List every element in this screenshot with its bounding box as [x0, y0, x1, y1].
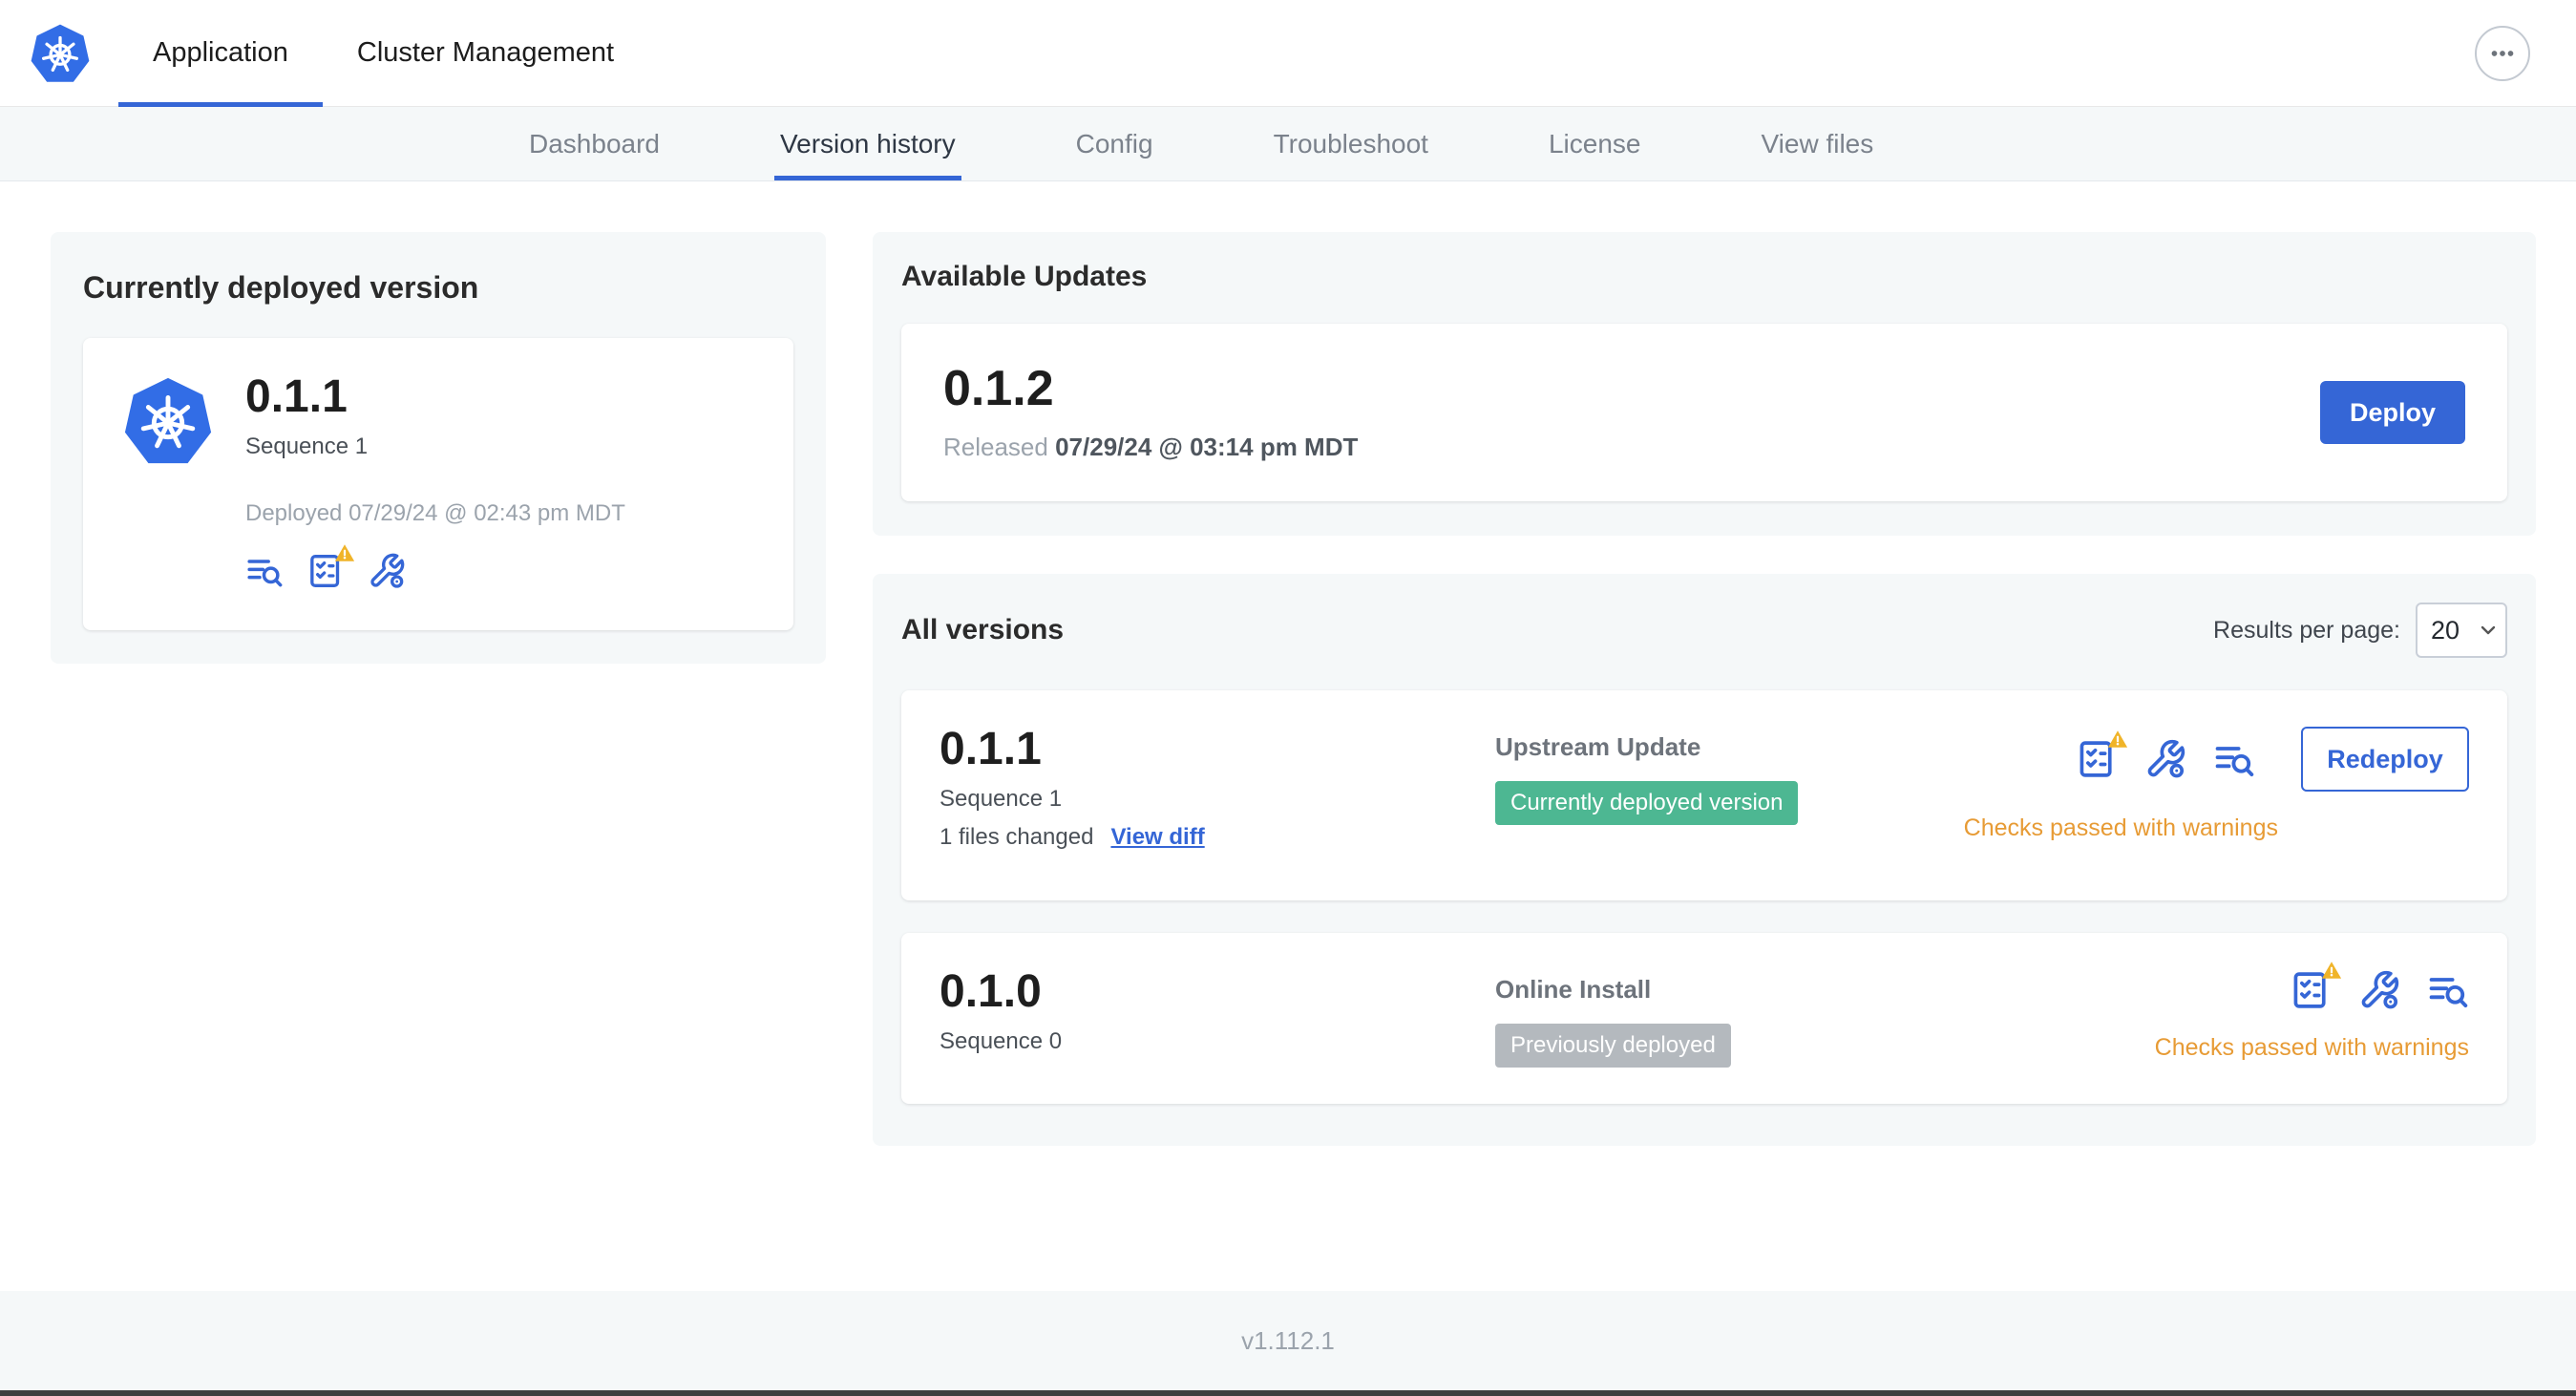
subtab-version-history[interactable]: Version history: [773, 107, 961, 180]
subtab-license[interactable]: License: [1549, 107, 1641, 180]
preflight-checks-warning-icon[interactable]: [306, 552, 345, 590]
currently-deployed-title: Currently deployed version: [83, 270, 479, 305]
update-details: 0.1.2 Released 07/29/24 @ 03:14 pm MDT: [943, 364, 1358, 462]
version-row-left: 0.1.0 Sequence 0: [940, 969, 1495, 1068]
preflight-checks-warning-icon[interactable]: [2076, 738, 2118, 780]
window-bottom-edge: [0, 1390, 2576, 1396]
checks-status-text: Checks passed with warnings: [1963, 814, 2278, 841]
kubernetes-logo-icon: [29, 22, 92, 85]
subtab-dashboard-label: Dashboard: [529, 128, 660, 159]
results-per-page-select[interactable]: 20: [2416, 603, 2507, 658]
subtab-view-files-label: View files: [1761, 128, 1874, 159]
checks-status-text: Checks passed with warnings: [2154, 1034, 2469, 1061]
more-options-button[interactable]: [2475, 25, 2530, 81]
results-per-page-label: Results per page:: [2213, 616, 2400, 644]
page-footer: v1.112.1: [0, 1291, 2576, 1390]
all-versions-header: All versions Results per page: 20: [901, 603, 2507, 658]
update-version-number: 0.1.2: [943, 360, 1054, 416]
tab-cluster-management[interactable]: Cluster Management: [323, 0, 648, 106]
warning-triangle-icon: [2321, 960, 2342, 981]
currently-deployed-badge: Currently deployed version: [1495, 781, 1799, 825]
previously-deployed-badge: Previously deployed: [1495, 1024, 1731, 1068]
row-action-icons: [2290, 969, 2469, 1011]
subtab-config-label: Config: [1075, 128, 1153, 159]
tab-application[interactable]: Application: [118, 0, 323, 107]
row-version-number: 0.1.1: [940, 724, 1042, 774]
available-updates-title: Available Updates: [901, 261, 1148, 292]
right-column: Available Updates 0.1.2 Released 07/29/2…: [873, 232, 2536, 1146]
update-released-line: Released 07/29/24 @ 03:14 pm MDT: [943, 433, 1358, 462]
version-row-right: Checks passed with warnings: [2155, 969, 2469, 1068]
edit-config-wrench-icon[interactable]: [368, 552, 406, 590]
row-sequence: Sequence 1: [940, 786, 1063, 812]
row-version-number: 0.1.0: [940, 966, 1042, 1017]
version-row-0-1-1: 0.1.1 Sequence 1 1 files changed View di…: [901, 690, 2507, 900]
deployed-version-number: 0.1.1: [245, 371, 348, 422]
currently-deployed-panel: Currently deployed version 0.1.1 Sequenc…: [51, 232, 826, 664]
row-source-label: Online Install: [1495, 975, 1652, 1004]
deployed-sequence: Sequence 1: [245, 434, 369, 459]
subtab-troubleshoot-label: Troubleshoot: [1273, 128, 1428, 159]
deployed-action-icons: [245, 552, 625, 590]
ellipsis-icon: [2486, 37, 2519, 70]
redeploy-button[interactable]: Redeploy: [2301, 727, 2469, 792]
deployed-version-details: 0.1.1 Sequence 1 Deployed 07/29/24 @ 02:…: [245, 374, 625, 594]
top-navbar: Application Cluster Management: [0, 0, 2576, 107]
row-files-changed: 1 files changed View diff: [940, 824, 1495, 851]
results-per-page-select-wrap: 20: [2416, 603, 2507, 658]
subtab-license-label: License: [1548, 128, 1641, 159]
version-row-middle: Online Install Previously deployed: [1495, 969, 2155, 1068]
version-row-left: 0.1.1 Sequence 1 1 files changed View di…: [940, 727, 1495, 864]
version-row-0-1-0: 0.1.0 Sequence 0 Online Install Previous…: [901, 933, 2507, 1104]
subtab-dashboard[interactable]: Dashboard: [529, 107, 660, 180]
warning-triangle-icon: [334, 542, 355, 563]
version-row-middle: Upstream Update Currently deployed versi…: [1495, 727, 1964, 864]
view-diff-link[interactable]: View diff: [1110, 824, 1204, 851]
view-diff-icon[interactable]: [2427, 969, 2469, 1011]
view-diff-icon[interactable]: [2213, 738, 2255, 780]
edit-config-wrench-icon[interactable]: [2144, 738, 2186, 780]
app-logo: [29, 0, 92, 106]
preflight-checks-warning-icon[interactable]: [2290, 969, 2332, 1011]
all-versions-title: All versions: [901, 614, 1065, 645]
row-action-icons: Redeploy: [2076, 727, 2469, 792]
all-versions-panel: All versions Results per page: 20 0.1.1 …: [873, 574, 2536, 1146]
deploy-button[interactable]: Deploy: [2320, 381, 2465, 444]
subtab-version-history-label: Version history: [779, 128, 956, 159]
tab-application-label: Application: [153, 37, 288, 68]
update-card: 0.1.2 Released 07/29/24 @ 03:14 pm MDT D…: [901, 324, 2507, 501]
subtab-config[interactable]: Config: [1076, 107, 1153, 180]
kubernetes-app-icon: [121, 374, 215, 468]
console-version: v1.112.1: [1241, 1325, 1335, 1355]
released-label: Released: [943, 432, 1048, 461]
tab-cluster-management-label: Cluster Management: [356, 37, 615, 68]
results-per-page: Results per page: 20: [2213, 603, 2507, 658]
subtab-troubleshoot[interactable]: Troubleshoot: [1274, 107, 1428, 180]
subtab-view-files[interactable]: View files: [1761, 107, 1873, 180]
deployed-timestamp: Deployed 07/29/24 @ 02:43 pm MDT: [245, 500, 625, 526]
released-date: 07/29/24 @ 03:14 pm MDT: [1055, 432, 1359, 461]
files-changed-label: 1 files changed: [940, 824, 1094, 850]
view-diff-icon[interactable]: [245, 552, 284, 590]
warning-triangle-icon: [2107, 729, 2128, 750]
available-updates-panel: Available Updates 0.1.2 Released 07/29/2…: [873, 232, 2536, 536]
row-sequence: Sequence 0: [940, 1028, 1063, 1054]
row-source-label: Upstream Update: [1495, 732, 1701, 761]
main-content: Currently deployed version 0.1.1 Sequenc…: [0, 181, 2576, 1146]
top-nav-tabs: Application Cluster Management: [118, 0, 648, 107]
deployed-version-card: 0.1.1 Sequence 1 Deployed 07/29/24 @ 02:…: [83, 338, 793, 630]
edit-config-wrench-icon[interactable]: [2358, 969, 2400, 1011]
version-row-right: Redeploy Checks passed with warnings: [1964, 727, 2469, 864]
app-subnav: Dashboard Version history Config Trouble…: [0, 107, 2576, 181]
